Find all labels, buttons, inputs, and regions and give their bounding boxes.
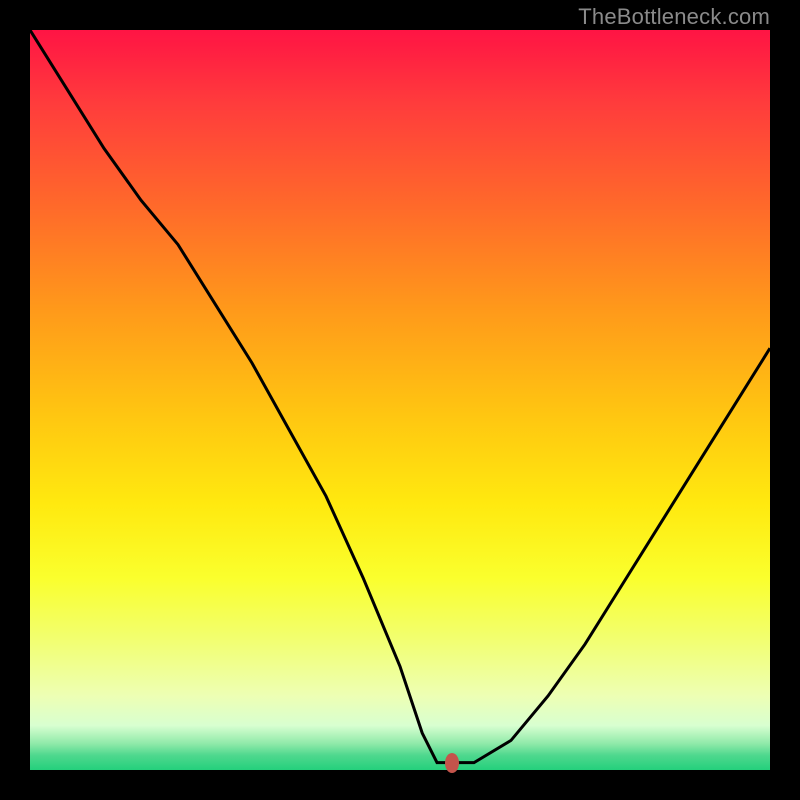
attribution-label: TheBottleneck.com: [578, 4, 770, 30]
plot-area: [30, 30, 770, 770]
chart-frame: TheBottleneck.com: [0, 0, 800, 800]
optimum-marker: [445, 753, 459, 773]
bottleneck-curve: [30, 30, 770, 770]
